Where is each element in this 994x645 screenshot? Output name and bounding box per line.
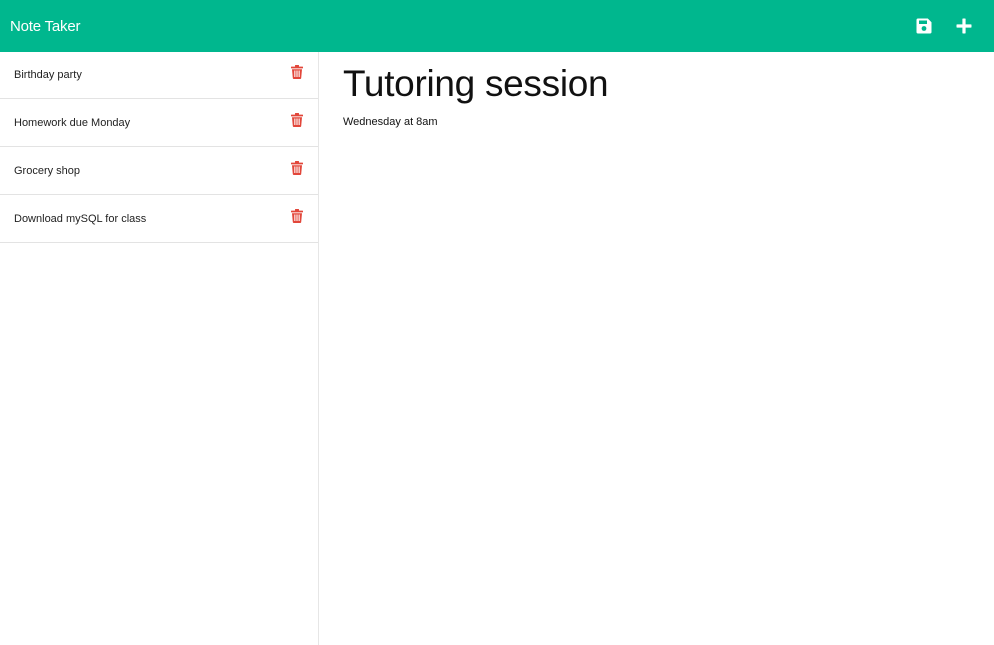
list-item[interactable]: Grocery shop: [0, 147, 318, 195]
navbar: Note Taker: [0, 0, 994, 52]
list-item[interactable]: Download mySQL for class: [0, 195, 318, 243]
list-item[interactable]: Birthday party: [0, 52, 318, 99]
note-title: Birthday party: [14, 69, 82, 81]
note-title: Download mySQL for class: [14, 212, 147, 225]
plus-icon: [956, 18, 972, 34]
note-title: Grocery shop: [14, 164, 81, 177]
save-icon: [916, 18, 932, 34]
list-item[interactable]: Homework due Monday: [0, 99, 318, 147]
save-note-button[interactable]: [904, 0, 944, 52]
trash-icon: [291, 208, 303, 223]
nav-actions: [904, 0, 984, 52]
delete-note-button[interactable]: [289, 110, 305, 130]
trash-icon: [291, 160, 303, 175]
delete-note-button[interactable]: [289, 206, 305, 226]
new-note-button[interactable]: [944, 0, 984, 52]
notes-sidebar: Birthday party Homework due Monday Groce…: [0, 52, 319, 645]
note-title: Homework due Monday: [14, 116, 131, 129]
delete-note-button[interactable]: [289, 62, 305, 82]
app-brand[interactable]: Note Taker: [10, 18, 80, 35]
note-list: Birthday party Homework due Monday Groce…: [0, 52, 318, 243]
note-title-input[interactable]: Tutoring session: [343, 62, 970, 106]
trash-icon: [291, 65, 303, 79]
delete-note-button[interactable]: [289, 158, 305, 178]
trash-icon: [291, 112, 303, 127]
note-text-area[interactable]: Wednesday at 8am: [343, 116, 970, 128]
note-editor: Tutoring session Wednesday at 8am: [319, 52, 994, 645]
